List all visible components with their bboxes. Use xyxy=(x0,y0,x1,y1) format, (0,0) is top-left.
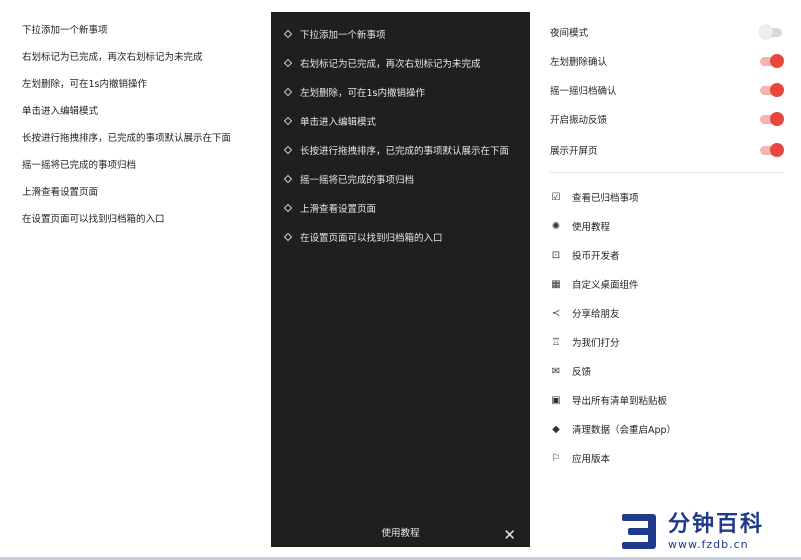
menu-app-version[interactable]: ⚐ 应用版本 xyxy=(550,451,611,466)
close-icon[interactable]: ✕ xyxy=(503,528,516,543)
setting-night-mode: 夜间模式 xyxy=(550,23,782,41)
diamond-bullet-icon xyxy=(283,145,293,155)
divider xyxy=(550,172,784,173)
diamond-bullet-icon xyxy=(283,116,293,126)
logo-mark-icon xyxy=(622,514,656,549)
tutorial-item: 上滑查看设置页面 xyxy=(283,201,376,215)
settings-panel: 夜间模式 左划删除确认 摇一摇归档确认 开启振动反馈 展示开屏页 ☑ 查看已归档… xyxy=(530,0,801,560)
swipe-delete-confirm-toggle[interactable] xyxy=(760,53,784,68)
diamond-bullet-icon xyxy=(283,29,293,39)
tutorial-title: 使用教程 xyxy=(381,528,420,539)
menu-clear-data[interactable]: ◆ 清理数据（会重启App） xyxy=(550,422,676,437)
diamond-bullet-icon xyxy=(283,232,293,242)
tutorial-item: 左划删除，可在1s内撤销操作 xyxy=(283,85,425,99)
watermark-logo: 分钟百科 www.fzdb.cn xyxy=(618,510,764,554)
tutorial-item: 单击进入编辑模式 xyxy=(283,114,376,128)
menu-share[interactable]: ≺ 分享给朋友 xyxy=(550,306,620,321)
list-item[interactable]: 在设置页面可以找到归档箱的入口 xyxy=(22,211,165,225)
setting-vibration-feedback: 开启振动反馈 xyxy=(550,110,784,128)
diamond-bullet-icon xyxy=(283,58,293,68)
lightbulb-icon: ✺ xyxy=(551,220,561,232)
list-item[interactable]: 摇一摇将已完成的事项归档 xyxy=(22,157,136,171)
clipboard-icon: ▣ xyxy=(551,394,561,406)
setting-shake-archive-confirm: 摇一摇归档确认 xyxy=(550,81,784,99)
menu-view-archived[interactable]: ☑ 查看已归档事项 xyxy=(550,190,639,205)
trophy-icon: ♖ xyxy=(551,336,561,348)
list-item[interactable]: 左划删除，可在1s内撤销操作 xyxy=(22,76,147,90)
diamond-bullet-icon xyxy=(283,87,293,97)
setting-label: 开启振动反馈 xyxy=(550,115,608,126)
mail-icon: ✉ xyxy=(551,365,561,377)
eraser-icon: ◆ xyxy=(552,423,560,435)
watermark-url: www.fzdb.cn xyxy=(668,537,749,551)
vibration-feedback-toggle[interactable] xyxy=(760,111,784,126)
setting-label: 展示开屏页 xyxy=(550,146,598,157)
splash-screen-toggle[interactable] xyxy=(760,142,784,157)
tutorial-panel: 下拉添加一个新事项 右划标记为已完成，再次右划标记为未完成 左划删除，可在1s内… xyxy=(271,12,530,547)
tutorial-item: 在设置页面可以找到归档箱的入口 xyxy=(283,230,443,244)
list-item[interactable]: 右划标记为已完成，再次右划标记为未完成 xyxy=(22,49,203,63)
menu-feedback[interactable]: ✉ 反馈 xyxy=(550,364,591,379)
night-mode-toggle[interactable] xyxy=(759,24,782,39)
menu-custom-widget[interactable]: ▦ 自定义桌面组件 xyxy=(550,277,638,292)
setting-splash-screen: 展示开屏页 xyxy=(550,141,784,159)
list-item[interactable]: 单击进入编辑模式 xyxy=(22,103,98,117)
coin-icon: ⊡ xyxy=(551,249,561,261)
list-item[interactable]: 上滑查看设置页面 xyxy=(22,184,98,198)
diamond-bullet-icon xyxy=(283,174,293,184)
setting-swipe-delete-confirm: 左划删除确认 xyxy=(550,52,784,70)
grid-icon: ▦ xyxy=(551,278,561,290)
menu-tutorial[interactable]: ✺ 使用教程 xyxy=(550,219,610,234)
flag-icon: ⚐ xyxy=(551,452,561,464)
archive-check-icon: ☑ xyxy=(551,191,561,203)
setting-label: 摇一摇归档确认 xyxy=(550,86,617,97)
menu-tip-developer[interactable]: ⊡ 投币开发者 xyxy=(550,248,620,263)
tutorial-item: 长按进行拖拽排序，已完成的事项默认展示在下面 xyxy=(283,143,509,157)
share-icon: ≺ xyxy=(551,307,561,319)
menu-export-clipboard[interactable]: ▣ 导出所有清单到粘贴板 xyxy=(550,393,667,408)
tutorial-item: 摇一摇将已完成的事项归档 xyxy=(283,172,414,186)
tutorial-item: 右划标记为已完成，再次右划标记为未完成 xyxy=(283,56,481,70)
tutorial-item: 下拉添加一个新事项 xyxy=(283,27,386,41)
left-instruction-list: 下拉添加一个新事项 右划标记为已完成，再次右划标记为未完成 左划删除，可在1s内… xyxy=(0,0,270,560)
list-item[interactable]: 下拉添加一个新事项 xyxy=(22,22,108,36)
setting-label: 左划删除确认 xyxy=(550,57,608,68)
list-item[interactable]: 长按进行拖拽排序，已完成的事项默认展示在下面 xyxy=(22,130,231,144)
diamond-bullet-icon xyxy=(283,203,293,213)
menu-rate-us[interactable]: ♖ 为我们打分 xyxy=(550,335,620,350)
setting-label: 夜间模式 xyxy=(550,28,589,39)
shake-archive-confirm-toggle[interactable] xyxy=(760,82,784,97)
watermark-name: 分钟百科 xyxy=(668,511,765,537)
